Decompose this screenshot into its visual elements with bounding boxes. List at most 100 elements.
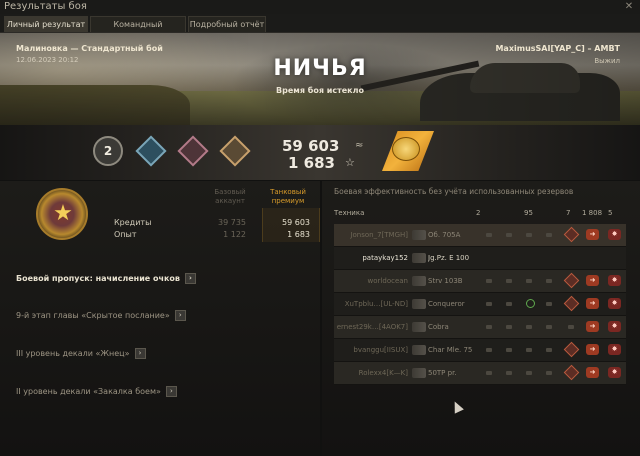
star-icon: ☆: [345, 156, 355, 169]
credits-premium: 59 603: [282, 218, 310, 227]
table-row[interactable]: patаykay152 Jg.Pz. E 100: [334, 247, 626, 270]
damage-dealt-icon[interactable]: ➜: [586, 367, 599, 378]
credits-label: Кредиты: [114, 218, 152, 227]
player-name: ernest29k…[4AOK7]: [336, 323, 408, 331]
table-row[interactable]: Rolexx4[K—K] 50TP pr. ➜ ✸: [334, 362, 626, 385]
chevron-right-icon[interactable]: ›: [185, 273, 196, 284]
dash-icon: [486, 348, 492, 352]
tank-icon: [412, 368, 426, 378]
progress-item[interactable]: II уровень декали «Закалка боем» ›: [16, 386, 177, 397]
survival-status: Выжил: [594, 57, 620, 65]
tank-name: Conqueror: [428, 300, 465, 308]
kill-icon[interactable]: ✸: [608, 229, 621, 240]
damage-dealt-icon[interactable]: ➜: [586, 344, 599, 355]
dash-icon: [546, 279, 552, 283]
dash-icon: [506, 233, 512, 237]
chevron-right-icon[interactable]: ›: [174, 310, 186, 321]
assist-column-header: 95: [524, 209, 533, 217]
tab-personal-result[interactable]: Личный результат: [4, 16, 88, 32]
efficiency-table: Jonson_7[TMGH] Об. 705А ➜ ✸ patаykay152 …: [334, 224, 626, 385]
dash-icon: [526, 371, 532, 375]
player-name: bvanggu[IISUX]: [353, 346, 408, 354]
dash-icon: [526, 233, 532, 237]
kill-icon[interactable]: ✸: [608, 367, 621, 378]
table-row[interactable]: XuTpblu…[UL-ND] Conqueror ➜ ✸: [334, 293, 626, 316]
damage-dealt-icon[interactable]: ➜: [586, 275, 599, 286]
crit-damage-icon[interactable]: [563, 341, 580, 358]
window-title: Результаты боя: [4, 1, 87, 12]
table-row[interactable]: bvanggu[IISUX] Char Mle. 75 ➜ ✸: [334, 339, 626, 362]
summary-strip: 2 59 603 ≈ 1 683 ☆: [0, 125, 640, 180]
tank-name: Cobra: [428, 323, 449, 331]
mastery-badge-icon[interactable]: 2: [93, 136, 123, 166]
kills-column-header: 5: [608, 209, 613, 217]
crit-damage-icon[interactable]: [563, 364, 580, 381]
tank-icon: [412, 276, 426, 286]
tab-team-result[interactable]: Командный результат: [90, 16, 186, 45]
credits-basic: 39 735: [218, 218, 246, 227]
total-experience: 1 683: [288, 154, 335, 172]
dash-icon: [526, 325, 532, 329]
premium-tank-icon[interactable]: [392, 137, 420, 161]
tank-icon: [412, 299, 426, 309]
dash-icon: [506, 325, 512, 329]
kill-icon[interactable]: ✸: [608, 298, 621, 309]
dash-icon: [486, 233, 492, 237]
spotted-icon[interactable]: [526, 299, 535, 308]
dash-icon: [546, 348, 552, 352]
credits-icon: ≈: [355, 140, 364, 151]
table-row[interactable]: ernest29k…[4AOK7] Cobra ➜ ✸: [334, 316, 626, 339]
tank-name: Jg.Pz. E 100: [428, 254, 470, 262]
achievement-medal-icon[interactable]: [219, 135, 251, 167]
dash-icon: [546, 371, 552, 375]
dash-icon: [506, 371, 512, 375]
player-name: worldocean: [367, 277, 408, 285]
damage-dealt-icon[interactable]: ➜: [586, 229, 599, 240]
table-row[interactable]: Jonson_7[TMGH] Об. 705А ➜ ✸: [334, 224, 626, 247]
tank-icon: [412, 345, 426, 355]
tank-icon: [412, 322, 426, 332]
hits-column-header: 7: [566, 209, 571, 217]
dash-icon: [526, 279, 532, 283]
achievement-medal-icon[interactable]: [177, 135, 209, 167]
chevron-right-icon[interactable]: ›: [165, 386, 177, 397]
crit-damage-icon[interactable]: [563, 226, 580, 243]
damage-dealt-icon[interactable]: ➜: [586, 321, 599, 332]
progress-item[interactable]: III уровень декали «Жнец» ›: [16, 348, 146, 359]
damage-dealt-icon[interactable]: ➜: [586, 298, 599, 309]
crit-damage-icon[interactable]: [563, 295, 580, 312]
tank-icon: [412, 230, 426, 240]
kill-icon[interactable]: ✸: [608, 344, 621, 355]
dash-icon: [546, 325, 552, 329]
table-row[interactable]: worldocean Strv 103B ➜ ✸: [334, 270, 626, 293]
star-emblem-icon: ★: [53, 201, 73, 226]
dash-icon: [506, 302, 512, 306]
tank-icon: [412, 253, 426, 263]
progress-item-label: III уровень декали «Жнец»: [16, 349, 130, 358]
spotted-column-header: 2: [476, 209, 481, 217]
premium-account-header: Танковый премиум: [270, 188, 306, 205]
experience-premium: 1 683: [287, 230, 310, 239]
experience-basic: 1 122: [223, 230, 246, 239]
tab-detailed-report[interactable]: Подробный отчёт: [188, 16, 266, 32]
close-icon[interactable]: ✕: [624, 2, 634, 12]
dash-icon: [568, 325, 574, 329]
tank-name: Char Mle. 75: [428, 346, 473, 354]
tank-name: Strv 103B: [428, 277, 463, 285]
window-titlebar: Результаты боя ✕: [0, 0, 640, 14]
tab-bar: Личный результат Командный результат Под…: [0, 14, 640, 45]
chevron-right-icon[interactable]: ›: [134, 348, 146, 359]
dash-icon: [506, 279, 512, 283]
tank-name: 50TP pr.: [428, 369, 457, 377]
kill-icon[interactable]: ✸: [608, 275, 621, 286]
battle-result: НИЧЬЯ: [273, 56, 367, 81]
progress-item-label: Боевой пропуск: начисление очков: [16, 274, 180, 283]
experience-label: Опыт: [114, 230, 137, 239]
achievement-medal-icon[interactable]: [135, 135, 167, 167]
progress-item[interactable]: Боевой пропуск: начисление очков ›: [16, 273, 196, 284]
kill-icon[interactable]: ✸: [608, 321, 621, 332]
map-and-mode: Малиновка — Стандартный бой: [16, 44, 163, 53]
crit-damage-icon[interactable]: [563, 272, 580, 289]
progress-item[interactable]: 9-й этап главы «Скрытое послание» ›: [16, 310, 186, 321]
total-credits: 59 603: [282, 137, 340, 155]
